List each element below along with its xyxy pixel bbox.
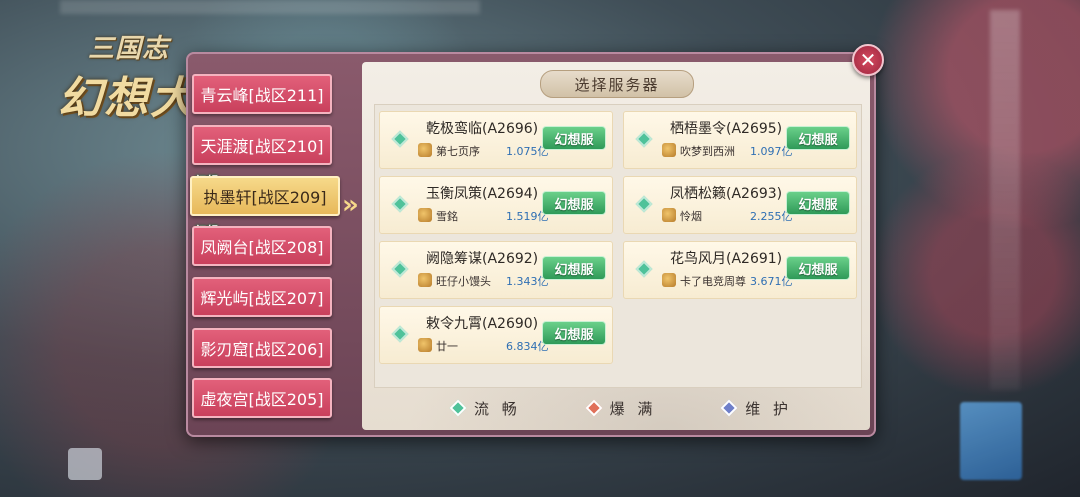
fantasy-server-badge: 幻想服 (542, 191, 606, 215)
owner-name: 旺仔小馒头 (436, 275, 491, 288)
zone-tab-label: 凤阙台[战区208] (200, 238, 324, 257)
legend-smooth: 流 畅 (449, 398, 521, 419)
status-smooth-icon (635, 130, 653, 148)
maintenance-diamond-icon (720, 399, 738, 417)
zone-tab[interactable]: 青云峰[战区211] (192, 74, 332, 114)
server-card[interactable]: 阙隐筹谋(A2692) 旺仔小馒头 1.343亿 幻想服 (379, 241, 613, 299)
zone-tab[interactable]: 辉光屿[战区207] (192, 277, 332, 317)
zone-tab-list: 青云峰[战区211] 天涯渡[战区210] 幻想 执墨轩[战区209] » 幻想… (186, 52, 361, 437)
chest-icon (418, 208, 432, 222)
logo-subtitle: 三国志 (88, 34, 170, 64)
status-smooth-icon (635, 260, 653, 278)
close-icon: ✕ (859, 48, 877, 72)
legend-label: 爆 满 (609, 399, 657, 418)
status-smooth-icon (391, 130, 409, 148)
status-smooth-icon (391, 195, 409, 213)
owner-name: 廿一 (436, 340, 458, 353)
fantasy-server-badge: 幻想服 (542, 256, 606, 280)
legend-label: 流 畅 (474, 399, 521, 418)
status-smooth-icon (635, 195, 653, 213)
server-name: 阙隐筹谋(A2692) (426, 251, 539, 267)
server-card[interactable]: 玉衡凤策(A2694) 雪銘 1.519亿 幻想服 (379, 176, 613, 234)
full-diamond-icon (585, 399, 603, 417)
chest-icon (662, 143, 676, 157)
server-name: 栖梧墨令(A2695) (670, 121, 783, 137)
dialog-title: 选择服务器 (540, 70, 694, 98)
server-name: 玉衡凤策(A2694) (426, 186, 539, 202)
zone-tab[interactable]: 凤阙台[战区208] (192, 226, 332, 266)
server-card[interactable]: 栖梧墨令(A2695) 吹梦到西洲 1.097亿 幻想服 (623, 111, 857, 169)
zone-tab-label: 青云峰[战区211] (200, 86, 324, 105)
server-name: 凤栖松籁(A2693) (670, 186, 783, 202)
chest-icon (662, 273, 676, 287)
smooth-diamond-icon (449, 399, 467, 417)
server-content-panel: 选择服务器 乾极鸾临(A2696) 第七页序 1.075亿 幻想服 栖梧墨令(A… (362, 62, 870, 430)
legend-label: 维 护 (745, 399, 792, 418)
close-button[interactable]: ✕ (852, 44, 884, 76)
owner-name: 吹梦到西洲 (680, 145, 735, 158)
right-side-menu (990, 10, 1020, 390)
server-name: 花鸟风月(A2691) (670, 251, 783, 267)
owner-name: 雪銘 (436, 210, 458, 223)
chest-icon (418, 273, 432, 287)
fantasy-server-badge: 幻想服 (542, 126, 606, 150)
status-legend: 流 畅 爆 满 维 护 (449, 394, 792, 422)
owner-name: 卡了电竞周尊 (680, 275, 746, 288)
zone-tab[interactable]: 天涯渡[战区210] (192, 125, 332, 165)
legend-maintenance: 维 护 (720, 398, 792, 419)
server-card[interactable]: 乾极鸾临(A2696) 第七页序 1.075亿 幻想服 (379, 111, 613, 169)
fantasy-server-badge: 幻想服 (786, 126, 850, 150)
chest-icon (418, 338, 432, 352)
server-list: 乾极鸾临(A2696) 第七页序 1.075亿 幻想服 栖梧墨令(A2695) … (374, 104, 862, 388)
server-card[interactable]: 敕令九霄(A2690) 廿一 6.834亿 幻想服 (379, 306, 613, 364)
status-smooth-icon (391, 260, 409, 278)
chest-icon (418, 143, 432, 157)
server-card[interactable]: 花鸟风月(A2691) 卡了电竞周尊 3.671亿 幻想服 (623, 241, 857, 299)
fantasy-server-badge: 幻想服 (786, 191, 850, 215)
zone-tab[interactable]: 虚夜宫[战区205] (192, 378, 332, 418)
chat-icon[interactable] (68, 448, 102, 480)
server-name: 敕令九霄(A2690) (426, 316, 539, 332)
server-card[interactable]: 凤栖松籁(A2693) 怜烟 2.255亿 幻想服 (623, 176, 857, 234)
fantasy-server-badge: 幻想服 (542, 321, 606, 345)
chest-icon (662, 208, 676, 222)
zone-tab-label: 影刃窟[战区206] (200, 340, 324, 359)
fantasy-server-badge: 幻想服 (786, 256, 850, 280)
zone-tab-label: 虚夜宫[战区205] (200, 390, 324, 409)
status-smooth-icon (391, 325, 409, 343)
top-notice-strip (60, 0, 480, 14)
zone-tab-label: 辉光屿[战区207] (200, 289, 324, 308)
legend-full: 爆 满 (585, 398, 657, 419)
zone-tab[interactable]: 影刃窟[战区206] (192, 328, 332, 368)
owner-name: 怜烟 (680, 210, 702, 223)
zone-tab-selected[interactable]: 执墨轩[战区209] (190, 176, 340, 216)
zone-tab-label: 天涯渡[战区210] (200, 137, 324, 156)
zone-tab-label: 执墨轩[战区209] (203, 188, 327, 207)
owner-name: 第七页序 (436, 145, 480, 158)
chevron-right-icon: » (342, 190, 359, 220)
server-name: 乾极鸾临(A2696) (426, 121, 539, 137)
corner-card-icon[interactable] (960, 402, 1022, 480)
